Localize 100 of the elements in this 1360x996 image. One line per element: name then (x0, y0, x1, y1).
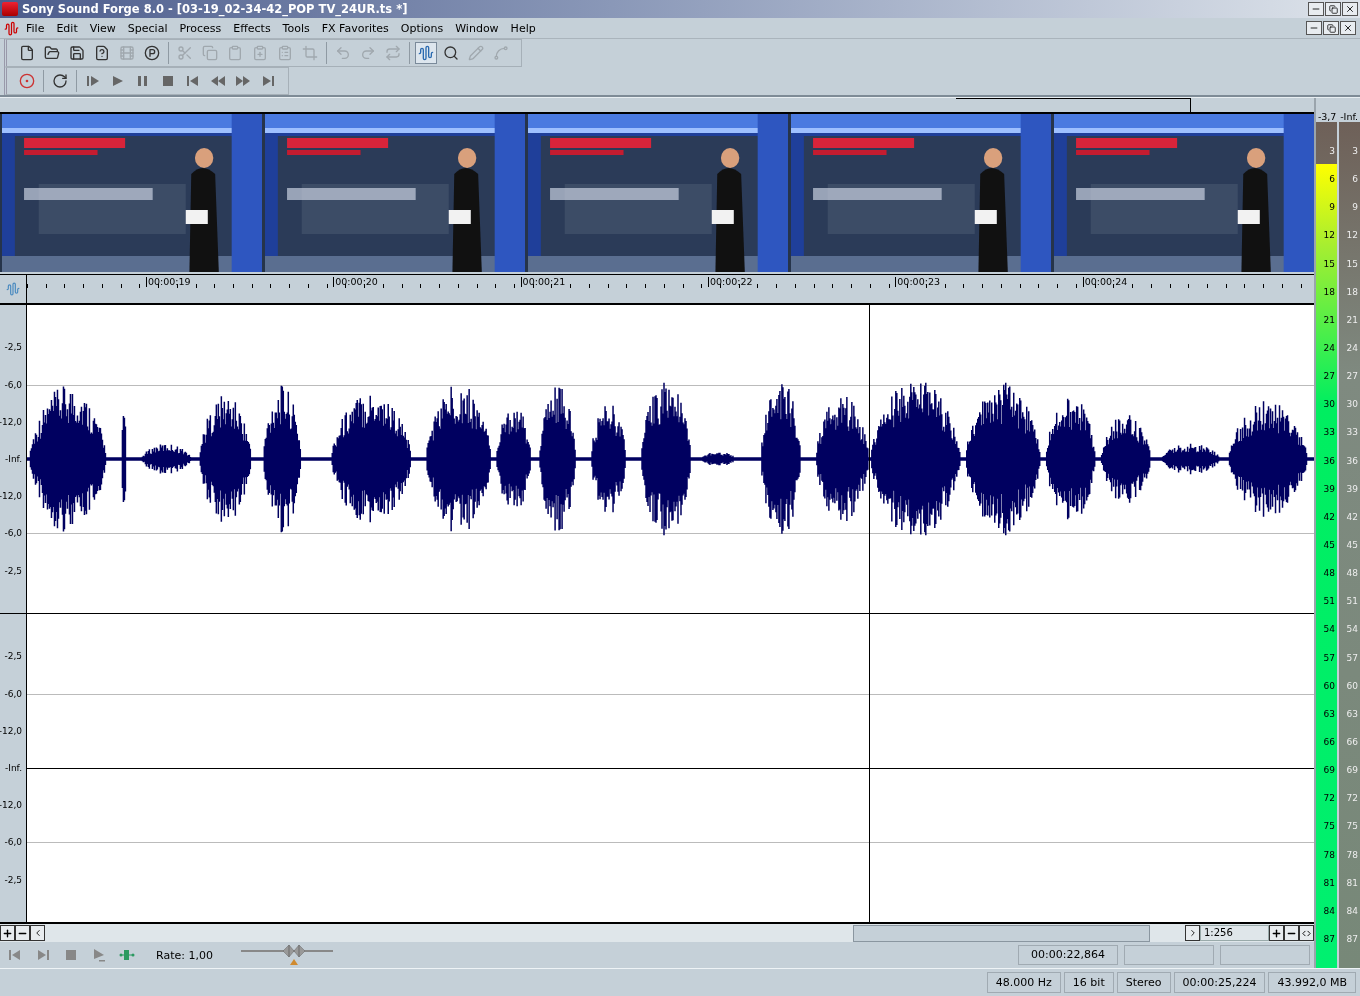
meter-scale-label: 63 (1323, 708, 1335, 719)
meter-scale-label: 81 (1346, 877, 1358, 888)
ruler-label: 00:00:20 (333, 277, 378, 287)
meter-scale-label: 48 (1346, 568, 1358, 579)
meter-scale-label: 6 (1329, 174, 1335, 185)
menu-item[interactable]: Special (122, 21, 173, 35)
rewind-icon (210, 73, 226, 89)
meter-scale-label: 84 (1323, 905, 1335, 916)
meter-scale-label: 21 (1346, 314, 1358, 325)
menu-item[interactable]: FX Favorites (316, 21, 394, 35)
skip-end-icon (260, 73, 276, 89)
crop-icon (302, 45, 318, 61)
zoom-out-button[interactable] (15, 925, 30, 941)
axis-label: -6,0 (4, 527, 22, 538)
meter-scale-label: 72 (1323, 793, 1335, 804)
close-button[interactable] (1340, 21, 1356, 35)
meter-scale-label: 87 (1323, 933, 1335, 944)
search-icon (443, 45, 459, 61)
waveform-icon (418, 45, 434, 61)
meter-scale-label: 51 (1323, 596, 1335, 607)
meter-scale-label: 39 (1323, 483, 1335, 494)
scroll-left-button[interactable] (30, 925, 45, 941)
meter-scale-label: 30 (1346, 399, 1358, 410)
meter-scale-label: 66 (1346, 736, 1358, 747)
meter-scale-label: 12 (1323, 230, 1335, 241)
zoom-in-button[interactable] (1269, 925, 1284, 941)
meter-scale-label: 78 (1346, 849, 1358, 860)
meter-scale-label: 72 (1346, 793, 1358, 804)
meter-scale-label: 15 (1346, 258, 1358, 269)
rate-label: Rate: 1,00 (156, 948, 213, 962)
meter-scale-label: 87 (1346, 933, 1358, 944)
restore-icon (1326, 23, 1336, 33)
toolbar-button[interactable] (415, 42, 437, 64)
meter-scale-label: 45 (1346, 539, 1358, 550)
window-title: Sony Sound Forge 8.0 - [03-19_02-34-42_POP TV_24UR.ts *] (22, 2, 409, 16)
document-icon[interactable] (4, 20, 19, 36)
copy-icon (202, 45, 218, 61)
menu-item[interactable]: Options (395, 21, 449, 35)
close-icon (1345, 4, 1355, 14)
menu-item[interactable]: Edit (51, 21, 83, 35)
plus-icon (1271, 927, 1282, 939)
meter-scale-label: 57 (1346, 652, 1358, 663)
menu-item[interactable]: Process (174, 21, 227, 35)
ruler-label: 00:00:23 (895, 277, 940, 287)
menu-item[interactable]: View (84, 21, 121, 35)
meter-scale-label: 75 (1346, 821, 1358, 832)
meter-scale-label: 33 (1323, 427, 1335, 438)
meter-scale-label: 81 (1323, 877, 1335, 888)
menu-item[interactable]: File (21, 21, 50, 35)
play-all-icon (85, 73, 101, 89)
meter-scale-label: 57 (1323, 652, 1335, 663)
scroll-thumb[interactable] (853, 925, 1150, 942)
meter-scale-label: 21 (1323, 314, 1335, 325)
menu-item[interactable]: Effects (228, 21, 276, 35)
ruler-label: 00:00:24 (1082, 277, 1128, 287)
restore-button[interactable] (1323, 21, 1339, 35)
axis-label: -6,0 (4, 689, 22, 700)
meter-scale-label: 18 (1346, 286, 1358, 297)
play-icon (91, 947, 107, 963)
restore-button[interactable] (1325, 2, 1341, 16)
meter-scale-label: 63 (1346, 708, 1358, 719)
menu-item[interactable]: Help (505, 21, 541, 35)
status-field: 00:00:25,224 (1173, 972, 1266, 993)
waveform-icon[interactable] (6, 282, 20, 296)
meter-scale-label: 42 (1346, 511, 1358, 522)
scissors-icon (177, 45, 193, 61)
skip-end-icon (35, 947, 51, 963)
close-button[interactable] (1342, 2, 1358, 16)
meter-scale-label: 69 (1323, 765, 1335, 776)
meter-scale-label: 6 (1352, 174, 1358, 185)
axis-label: -Inf. (5, 763, 22, 773)
axis-label: -2,5 (4, 341, 22, 352)
file-question-icon (94, 45, 110, 61)
axis-label: -6,0 (4, 380, 22, 391)
slider-thumb[interactable] (283, 945, 306, 965)
minimize-button[interactable] (1308, 2, 1324, 16)
axis-label: -2,5 (4, 566, 22, 577)
stop-icon (160, 73, 176, 89)
zoom-in-button[interactable] (0, 925, 15, 941)
meter-scale-label: 42 (1323, 511, 1335, 522)
menu-item[interactable]: Tools (277, 21, 315, 35)
scrub-icon (119, 947, 135, 963)
rotate-icon (52, 73, 68, 89)
skip-start-icon (185, 73, 201, 89)
meter-scale-label: 75 (1323, 821, 1335, 832)
meter-scale-label: 9 (1352, 202, 1358, 213)
record-icon (19, 73, 35, 89)
meter-scale-label: 3 (1352, 146, 1358, 156)
axis-label: -Inf. (5, 454, 22, 464)
undo-icon (335, 45, 351, 61)
scroll-right-button[interactable] (1185, 925, 1200, 941)
meter-scale-label: 24 (1346, 343, 1358, 353)
zoom-ratio-field[interactable]: 1:256 (1200, 925, 1269, 941)
zoom-out-button[interactable] (1284, 925, 1299, 941)
meter-scale-label: 39 (1346, 483, 1358, 494)
app-icon (2, 2, 18, 16)
menu-item[interactable]: Window (450, 21, 504, 35)
zoom-fit-button[interactable] (1299, 925, 1314, 941)
axis-label: -12,0 (0, 799, 22, 810)
minimize-button[interactable] (1306, 21, 1322, 35)
